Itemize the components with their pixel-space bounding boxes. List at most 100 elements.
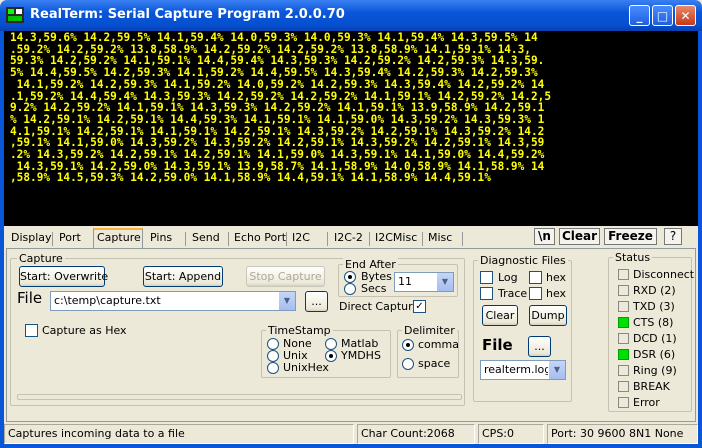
terminal-display[interactable]: 14.3,59.6% 14.2,59.5% 14.1,59.4% 14.0,59…	[4, 31, 698, 226]
direct-capture-checkbox[interactable]: ✓	[413, 300, 426, 313]
trace-label: Trace	[498, 287, 528, 300]
status-label-dcd: DCD (1)	[633, 332, 677, 345]
char-count: Char Count:2068	[357, 424, 475, 444]
diagnostic-group-label: Diagnostic Files	[478, 254, 568, 267]
terminal-line: .2% 14.3,59.2% 14.2,59.1% 14.2,59.1% 14.…	[10, 148, 545, 162]
start-append-button[interactable]: Start: Append	[143, 266, 223, 287]
tab-capture[interactable]: Capture	[93, 228, 143, 249]
start-overwrite-button[interactable]: Start: Overwrite	[19, 266, 108, 287]
minimize-button[interactable]: _	[629, 5, 650, 26]
status-label-ring: Ring (9)	[633, 364, 677, 377]
help-button[interactable]: ?	[664, 228, 682, 245]
trace-hex-label: hex	[546, 287, 567, 300]
trace-checkbox[interactable]	[480, 287, 493, 300]
diag-file-browse-button[interactable]: ...	[528, 336, 551, 357]
capture-file-browse-button[interactable]: ...	[305, 291, 328, 312]
capture-panel: Capture Start: Overwrite Start: Append S…	[6, 248, 696, 422]
status-led-ring	[618, 365, 629, 376]
tab-send[interactable]: Send	[189, 230, 223, 248]
delim-space-radio[interactable]	[402, 358, 414, 370]
port-readout: Port: 30 9600 8N1 None	[547, 424, 698, 444]
tab-i2c[interactable]: I2C	[289, 230, 313, 248]
stop-capture-button[interactable]: Stop Capture	[246, 266, 325, 287]
ts-matlab-radio[interactable]	[325, 338, 337, 350]
status-label-cts: CTS (8)	[633, 316, 674, 329]
freeze-button[interactable]: Freeze	[604, 228, 657, 245]
terminal-line: ,58.9% 14.5,59.3% 14.2,59.0% 14.1,58.9% …	[10, 171, 491, 185]
tab-pins[interactable]: Pins	[147, 230, 175, 248]
trace-hex-checkbox[interactable]	[529, 287, 542, 300]
chevron-down-icon[interactable]: ▼	[436, 273, 453, 291]
status-bar: Captures incoming data to a file Char Co…	[4, 424, 698, 444]
tab-echo-port[interactable]: Echo Port	[231, 230, 289, 248]
status-led-disconnect	[618, 269, 629, 280]
terminal-line: 14.1,59.2% 14.2,59.3% 14.1,59.2% 14.0,59…	[10, 77, 545, 91]
ts-unix-radio[interactable]	[267, 350, 279, 362]
cps-readout: CPS:0	[478, 424, 544, 444]
delim-comma-radio[interactable]	[402, 339, 414, 351]
window-title: RealTerm: Serial Capture Program 2.0.0.7…	[30, 7, 345, 22]
status-led-rxd	[618, 285, 629, 296]
terminal-line: 14.3,59.6% 14.2,59.5% 14.1,59.4% 14.0,59…	[10, 31, 538, 44]
status-label-dsr: DSR (6)	[633, 348, 676, 361]
diag-file-value: realterm.log	[484, 363, 552, 376]
delim-comma-label: comma	[418, 338, 459, 351]
status-led-dsr	[618, 349, 629, 360]
status-led-error	[618, 397, 629, 408]
progress-bar	[17, 394, 462, 400]
status-label-txd: TXD (3)	[633, 300, 675, 313]
status-group-label: Status	[613, 251, 653, 264]
capture-file-combo[interactable]: c:\temp\capture.txt ▼	[50, 291, 296, 311]
ts-none-radio[interactable]	[267, 338, 279, 350]
dump-button[interactable]: Dump	[529, 305, 567, 326]
ts-ymdhs-label: YMDHS	[341, 349, 381, 362]
status-label-rxd: RXD (2)	[633, 284, 676, 297]
ts-ymdhs-radio[interactable]	[325, 350, 337, 362]
clear-terminal-button[interactable]: Clear	[559, 228, 600, 245]
end-after-value: 11	[398, 275, 412, 288]
status-led-cts	[618, 317, 629, 328]
timestamp-label: TimeStamp	[266, 324, 333, 337]
app-icon	[6, 7, 24, 23]
terminal-line: % 14.2,59.1% 14.2,59.1% 14.4,59.3% 14.1,…	[10, 112, 545, 126]
delim-space-label: space	[418, 357, 451, 370]
status-led-break	[618, 381, 629, 392]
status-led-txd	[618, 301, 629, 312]
tab-bar: Display Port Capture Pins Send Echo Port…	[4, 228, 698, 249]
ts-unixhex-radio[interactable]	[267, 362, 279, 374]
tab-i2cmisc[interactable]: I2CMisc	[372, 230, 420, 248]
maximize-button[interactable]: □	[652, 5, 673, 26]
log-hex-checkbox[interactable]	[529, 271, 542, 284]
secs-radio[interactable]	[344, 283, 356, 295]
capture-as-hex-label: Capture as Hex	[42, 324, 127, 337]
chevron-down-icon[interactable]: ▼	[278, 292, 295, 310]
capture-as-hex-checkbox[interactable]	[25, 324, 38, 337]
capture-file-path: c:\temp\capture.txt	[54, 294, 161, 307]
log-label: Log	[498, 271, 518, 284]
close-button[interactable]: ✕	[675, 5, 696, 26]
direct-capture-label: Direct Capture	[339, 300, 420, 313]
log-hex-label: hex	[546, 271, 567, 284]
tab-i2c-2[interactable]: I2C-2	[331, 230, 366, 248]
file-label: File	[17, 289, 43, 307]
diag-file-combo[interactable]: realterm.log ▼	[480, 360, 566, 380]
status-led-dcd	[618, 333, 629, 344]
diag-clear-button[interactable]: Clear	[482, 305, 518, 326]
status-message: Captures incoming data to a file	[4, 424, 354, 444]
end-after-combo[interactable]: 11 ▼	[394, 272, 454, 292]
status-label-error: Error	[633, 396, 660, 409]
bytes-radio[interactable]	[344, 271, 356, 283]
delimiter-label: Delimiter	[402, 324, 457, 337]
status-label-break: BREAK	[633, 380, 670, 393]
secs-label: Secs	[361, 282, 387, 295]
ts-unixhex-label: UnixHex	[283, 361, 329, 374]
chevron-down-icon[interactable]: ▼	[548, 361, 565, 379]
diag-file-label: File	[482, 336, 513, 354]
log-checkbox[interactable]	[480, 271, 493, 284]
capture-group-label: Capture	[17, 252, 65, 265]
status-label-disconnect: Disconnect	[633, 268, 695, 281]
newline-button[interactable]: \n	[534, 228, 555, 245]
tab-display[interactable]: Display	[8, 230, 55, 248]
tab-port[interactable]: Port	[56, 230, 84, 248]
tab-misc[interactable]: Misc	[425, 230, 455, 248]
